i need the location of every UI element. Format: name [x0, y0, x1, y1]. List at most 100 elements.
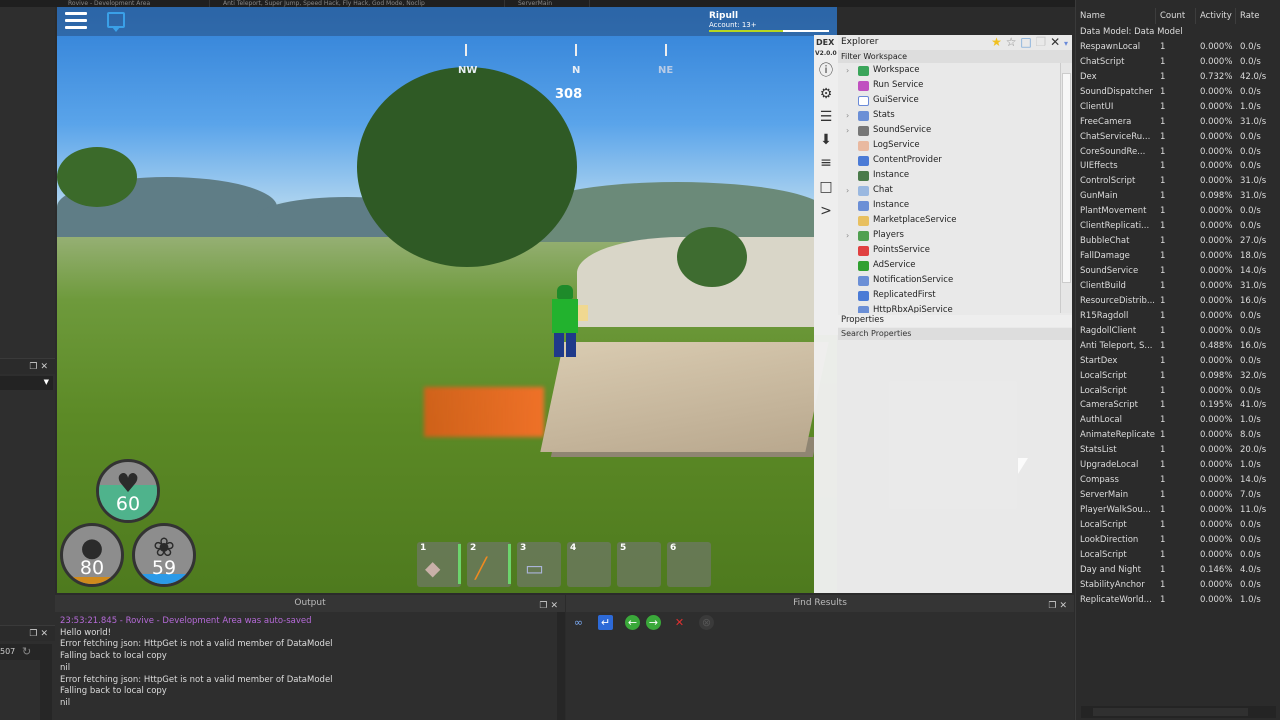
script-row[interactable]: ChatScript 1 0.000% 0.0/s	[1076, 55, 1280, 70]
script-row[interactable]: SoundDispatcher 1 0.000% 0.0/s	[1076, 85, 1280, 100]
stop-search-icon[interactable]: ⊗	[699, 615, 714, 630]
hotbar-slot-4[interactable]: 4	[567, 542, 611, 587]
game-viewport[interactable]: Ripull Account: 13+ NW N NE 308 ♥ 60 ● 8…	[57, 7, 837, 593]
script-row[interactable]: LocalScript 1 0.000% 0.0/s	[1076, 518, 1280, 533]
explorer-item[interactable]: ContentProvider	[838, 153, 1060, 168]
explorer-item[interactable]: LogService	[838, 138, 1060, 153]
expand-chevron-icon[interactable]: ›	[846, 108, 849, 123]
select-icon[interactable]: □	[1020, 35, 1031, 49]
hotbar-slot-3[interactable]: 3 ▭	[517, 542, 561, 587]
column-header-rate[interactable]: Rate	[1236, 8, 1280, 24]
script-row[interactable]: LocalScript 1 0.098% 32.0/s	[1076, 369, 1280, 384]
explorer-item[interactable]: AdService	[838, 258, 1060, 273]
column-header-count[interactable]: Count	[1156, 8, 1196, 24]
lower-panel-scrollbar[interactable]	[40, 644, 52, 720]
explorer-item[interactable]: HttpRbxApiService	[838, 303, 1060, 313]
previous-result-icon[interactable]: ←	[625, 615, 640, 630]
clear-results-icon[interactable]: ✕	[672, 615, 687, 630]
explorer-item[interactable]: › Workspace	[838, 63, 1060, 78]
tab-anti-teleport-script[interactable]: Anti Teleport, Super Jump, Speed Hack, F…	[215, 0, 505, 7]
script-row[interactable]: ServerMain 1 0.000% 7.0/s	[1076, 488, 1280, 503]
script-row[interactable]: PlantMovement 1 0.000% 0.0/s	[1076, 204, 1280, 219]
explorer-item[interactable]: › Stats	[838, 108, 1060, 123]
copy-icon[interactable]: ❐	[1036, 35, 1047, 49]
horizontal-scrollbar[interactable]	[1081, 706, 1276, 718]
close-icon[interactable]: ✕	[1050, 35, 1060, 49]
script-row[interactable]: FallDamage 1 0.000% 18.0/s	[1076, 249, 1280, 264]
explorer-item[interactable]: › Players	[838, 228, 1060, 243]
info-icon[interactable]: ⓘ	[818, 63, 834, 79]
group-row[interactable]: Data Model: Data Model	[1076, 25, 1280, 40]
explorer-scroll-thumb[interactable]	[1062, 73, 1071, 283]
refresh-icon[interactable]: ↻	[22, 645, 31, 658]
explorer-item[interactable]: Instance	[838, 168, 1060, 183]
menu-dropdown-icon[interactable]: ▾	[1064, 39, 1068, 48]
explorer-item[interactable]: PointsService	[838, 243, 1060, 258]
list-icon[interactable]: ≡	[818, 155, 834, 171]
chat-icon[interactable]	[107, 12, 125, 32]
explorer-item[interactable]: Instance	[838, 198, 1060, 213]
hotbar-slot-2[interactable]: 2 ╱	[467, 542, 511, 587]
hotbar-slot-5[interactable]: 5	[617, 542, 661, 587]
next-result-icon[interactable]: →	[646, 615, 661, 630]
search-properties-input[interactable]: Search Properties	[838, 328, 1072, 340]
expand-chevron-icon[interactable]: ›	[846, 63, 849, 78]
explorer-item[interactable]: › SoundService	[838, 123, 1060, 138]
download-icon[interactable]: ⬇	[818, 132, 834, 148]
script-row[interactable]: FreeCamera 1 0.000% 31.0/s	[1076, 115, 1280, 130]
explorer-scrollbar[interactable]	[1060, 63, 1072, 313]
script-row[interactable]: Compass 1 0.000% 14.0/s	[1076, 473, 1280, 488]
go-to-result-icon[interactable]: ↵	[598, 615, 613, 630]
explorer-item[interactable]: NotificationService	[838, 273, 1060, 288]
script-row[interactable]: ClientBuild 1 0.000% 31.0/s	[1076, 279, 1280, 294]
script-row[interactable]: StatsList 1 0.000% 20.0/s	[1076, 443, 1280, 458]
script-row[interactable]: CameraScript 1 0.195% 41.0/s	[1076, 398, 1280, 413]
script-row[interactable]: RespawnLocal 1 0.000% 0.0/s	[1076, 40, 1280, 55]
script-row[interactable]: GunMain 1 0.098% 31.0/s	[1076, 189, 1280, 204]
panel-window-controls[interactable]: ❐✕	[29, 629, 51, 639]
explorer-item[interactable]: Run Service	[838, 78, 1060, 93]
script-row[interactable]: LookDirection 1 0.000% 0.0/s	[1076, 533, 1280, 548]
script-row[interactable]: AuthLocal 1 0.000% 1.0/s	[1076, 413, 1280, 428]
expand-chevron-icon[interactable]: ›	[846, 228, 849, 243]
explorer-item[interactable]: › Chat	[838, 183, 1060, 198]
script-row[interactable]: ClientUI 1 0.000% 1.0/s	[1076, 100, 1280, 115]
script-row[interactable]: ClientReplicati... 1 0.000% 0.0/s	[1076, 219, 1280, 234]
script-row[interactable]: ChatServiceRu... 1 0.000% 0.0/s	[1076, 130, 1280, 145]
filter-workspace-input[interactable]: Filter Workspace	[838, 50, 1072, 63]
expand-chevron-icon[interactable]: ›	[846, 123, 849, 138]
binoculars-icon[interactable]: ∞	[571, 615, 586, 630]
script-row[interactable]: BubbleChat 1 0.000% 27.0/s	[1076, 234, 1280, 249]
column-header-activity[interactable]: Activity	[1196, 8, 1236, 24]
script-row[interactable]: R15Ragdoll 1 0.000% 0.0/s	[1076, 309, 1280, 324]
explorer-item[interactable]: ReplicatedFirst	[838, 288, 1060, 303]
tab-rovive[interactable]: Rovive - Development Area	[60, 0, 210, 7]
panel-window-controls[interactable]: ❐✕	[1048, 598, 1070, 615]
network-icon[interactable]: ☰	[818, 109, 834, 125]
script-row[interactable]: UIEffects 1 0.000% 0.0/s	[1076, 159, 1280, 174]
script-row[interactable]: Dex 1 0.732% 42.0/s	[1076, 70, 1280, 85]
script-row[interactable]: ReplicateWorld... 1 0.000% 1.0/s	[1076, 593, 1280, 608]
column-header-name[interactable]: Name	[1076, 8, 1156, 24]
expand-chevron-icon[interactable]: ›	[846, 183, 849, 198]
counter-field[interactable]: 507	[0, 644, 40, 660]
script-row[interactable]: UpgradeLocal 1 0.000% 1.0/s	[1076, 458, 1280, 473]
output-scrollbar[interactable]	[557, 612, 565, 720]
script-row[interactable]: ControlScript 1 0.000% 31.0/s	[1076, 174, 1280, 189]
script-row[interactable]: LocalScript 1 0.000% 0.0/s	[1076, 384, 1280, 399]
script-row[interactable]: StartDex 1 0.000% 0.0/s	[1076, 354, 1280, 369]
script-row[interactable]: Anti Teleport, S... 1 0.488% 16.0/s	[1076, 339, 1280, 354]
gear-icon[interactable]: ⚙	[818, 86, 834, 102]
script-row[interactable]: StabilityAnchor 1 0.000% 0.0/s	[1076, 578, 1280, 593]
hotbar-slot-6[interactable]: 6	[667, 542, 711, 587]
scroll-thumb[interactable]	[1093, 708, 1248, 716]
left-panel-dropdown[interactable]: ▼	[0, 376, 53, 390]
script-row[interactable]: ResourceDistrib... 1 0.000% 16.0/s	[1076, 294, 1280, 309]
panel-window-controls[interactable]: ❐✕	[29, 362, 51, 372]
explorer-item[interactable]: MarketplaceService	[838, 213, 1060, 228]
hotbar-slot-1[interactable]: 1 ◆	[417, 542, 461, 587]
script-row[interactable]: Day and Night 1 0.146% 4.0/s	[1076, 563, 1280, 578]
script-row[interactable]: LocalScript 1 0.000% 0.0/s	[1076, 548, 1280, 563]
explorer-item[interactable]: GuiService	[838, 93, 1060, 108]
script-row[interactable]: RagdollClient 1 0.000% 0.0/s	[1076, 324, 1280, 339]
